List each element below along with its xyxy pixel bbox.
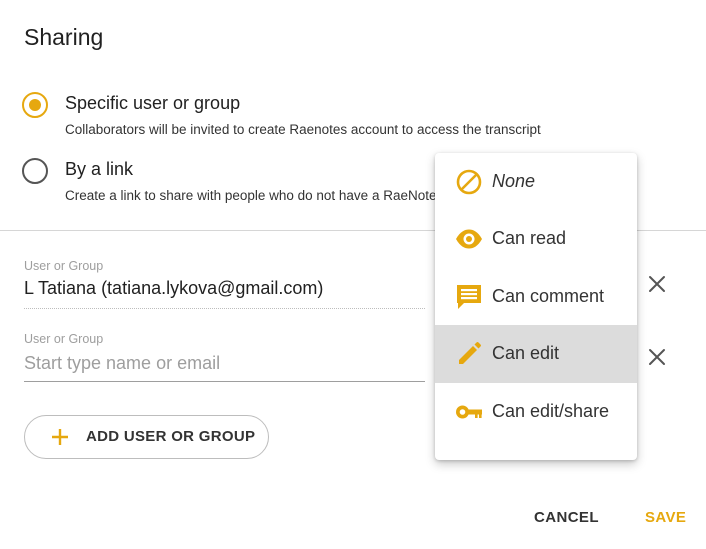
collaborator-field-label: User or Group — [24, 332, 104, 346]
permission-option-can-edit[interactable]: Can edit — [435, 325, 637, 383]
collaborator-field-1[interactable]: User or Group L Tatiana (tatiana.lykova@… — [24, 259, 425, 309]
field-underline — [24, 381, 425, 382]
link-radio-button[interactable] — [22, 158, 48, 184]
field-underline — [24, 308, 425, 309]
permission-option-label: Can edit/share — [492, 400, 610, 421]
comment-icon — [457, 284, 481, 309]
link-option-label: By a link — [65, 159, 134, 179]
pencil-icon — [459, 342, 481, 365]
remove-collaborator-2-button[interactable] — [645, 345, 669, 369]
permission-option-can-read[interactable]: Can read — [435, 210, 637, 267]
specific-radio-button[interactable] — [22, 92, 48, 118]
collaborator-value[interactable]: L Tatiana (tatiana.lykova@gmail.com) — [24, 278, 425, 302]
collaborator-field-2[interactable]: User or Group — [24, 332, 425, 382]
add-user-or-group-button[interactable]: ADD USER OR GROUP — [24, 415, 269, 459]
link-option-description: Create a link to share with people who d… — [65, 188, 495, 203]
plus-icon — [52, 429, 68, 445]
permission-option-label: Can read — [492, 228, 567, 249]
remove-collaborator-1-button[interactable] — [645, 272, 669, 296]
permission-option-label: Can edit — [492, 343, 560, 364]
permission-option-label: Can comment — [492, 285, 605, 306]
permission-menu: None Can read Can comment Can edit Can e… — [435, 153, 637, 460]
permission-option-can-comment[interactable]: Can comment — [435, 268, 637, 325]
add-user-or-group-label: ADD USER OR GROUP — [86, 428, 256, 445]
specific-option-label: Specific user or group — [65, 93, 241, 113]
collaborator-search-input[interactable] — [24, 351, 425, 375]
eye-icon — [456, 229, 482, 249]
save-button[interactable]: SAVE — [645, 509, 686, 526]
close-icon — [649, 276, 665, 292]
dialog-title: Sharing — [24, 24, 104, 50]
collaborator-field-label: User or Group — [24, 259, 104, 273]
cancel-button[interactable]: CANCEL — [534, 509, 599, 526]
permission-option-label: None — [492, 171, 536, 191]
permission-option-none[interactable]: None — [435, 153, 637, 210]
key-icon — [456, 405, 482, 419]
specific-option-description: Collaborators will be invited to create … — [65, 122, 541, 137]
permission-option-can-edit-share[interactable]: Can edit/share — [435, 383, 637, 440]
block-icon — [456, 169, 482, 195]
close-icon — [649, 349, 665, 365]
